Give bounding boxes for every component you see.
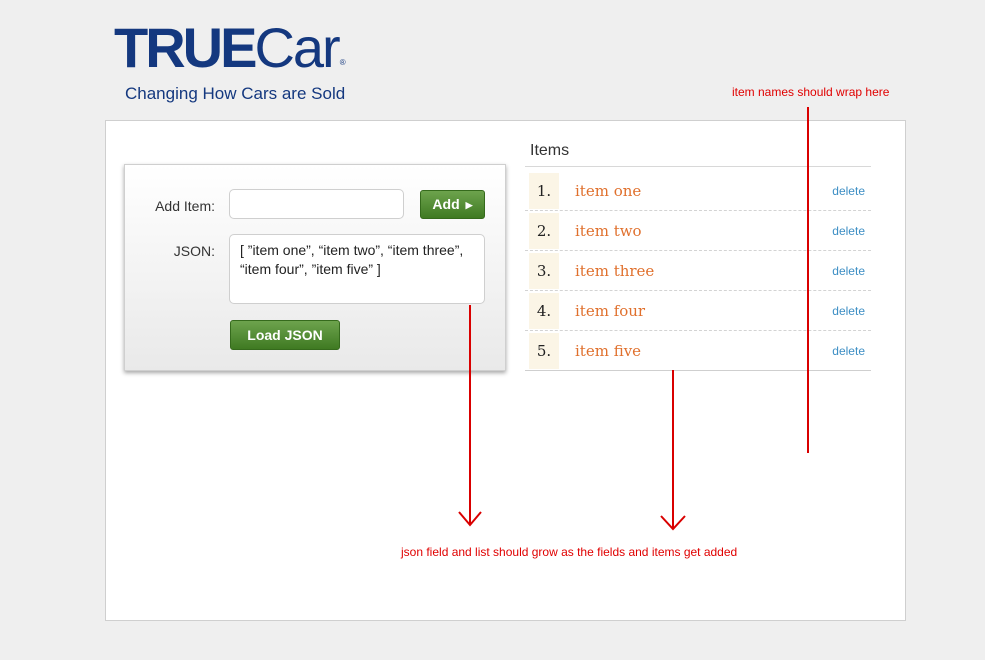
delete-link[interactable]: delete bbox=[832, 171, 865, 211]
add-item-input[interactable] bbox=[229, 189, 404, 219]
list-grow-line bbox=[672, 370, 674, 528]
item-number: 4. bbox=[529, 293, 559, 329]
logo-light-text: Car bbox=[254, 16, 340, 79]
item-name: item one bbox=[575, 182, 642, 200]
list-item: 2. item two delete bbox=[525, 211, 871, 251]
item-number: 5. bbox=[529, 333, 559, 369]
grow-annotation: json field and list should grow as the f… bbox=[401, 545, 738, 559]
json-grow-line bbox=[469, 305, 471, 524]
load-json-button[interactable]: Load JSON bbox=[230, 320, 340, 350]
wrap-annotation: item names should wrap here bbox=[732, 85, 890, 99]
item-number: 1. bbox=[529, 173, 559, 209]
delete-link[interactable]: delete bbox=[832, 251, 865, 291]
item-name: item three bbox=[575, 262, 655, 280]
json-textarea[interactable]: [ ”item one”, “item two”, “item three”, … bbox=[229, 234, 485, 304]
arrow-down-icon bbox=[660, 515, 686, 531]
add-item-label: Add Item: bbox=[155, 198, 215, 214]
delete-link[interactable]: delete bbox=[832, 331, 865, 371]
logo-bold-text: TRUE bbox=[114, 16, 257, 79]
item-name: item two bbox=[575, 222, 642, 240]
tagline: Changing How Cars are Sold bbox=[125, 84, 346, 103]
add-button-label: Add bbox=[432, 196, 460, 212]
list-item: 4. item four delete bbox=[525, 291, 871, 331]
delete-link[interactable]: delete bbox=[832, 211, 865, 251]
add-button[interactable]: Add ▶ bbox=[420, 190, 485, 219]
json-label: JSON: bbox=[173, 243, 215, 259]
item-name: item four bbox=[575, 302, 646, 320]
wrap-guide-line bbox=[807, 107, 809, 453]
list-item: 5. item five delete bbox=[525, 331, 871, 371]
items-heading: Items bbox=[530, 142, 570, 159]
arrow-down-icon bbox=[458, 511, 482, 527]
list-item: 3. item three delete bbox=[525, 251, 871, 291]
delete-link[interactable]: delete bbox=[832, 291, 865, 331]
registered-mark: ® bbox=[339, 58, 346, 67]
item-number: 2. bbox=[529, 213, 559, 249]
caret-right-icon: ▶ bbox=[465, 200, 473, 210]
item-name: item five bbox=[575, 342, 642, 360]
item-number: 3. bbox=[529, 253, 559, 289]
items-divider bbox=[525, 166, 871, 167]
truecar-logo: TRUECar® bbox=[114, 20, 346, 76]
list-item: 1. item one delete bbox=[525, 171, 871, 211]
